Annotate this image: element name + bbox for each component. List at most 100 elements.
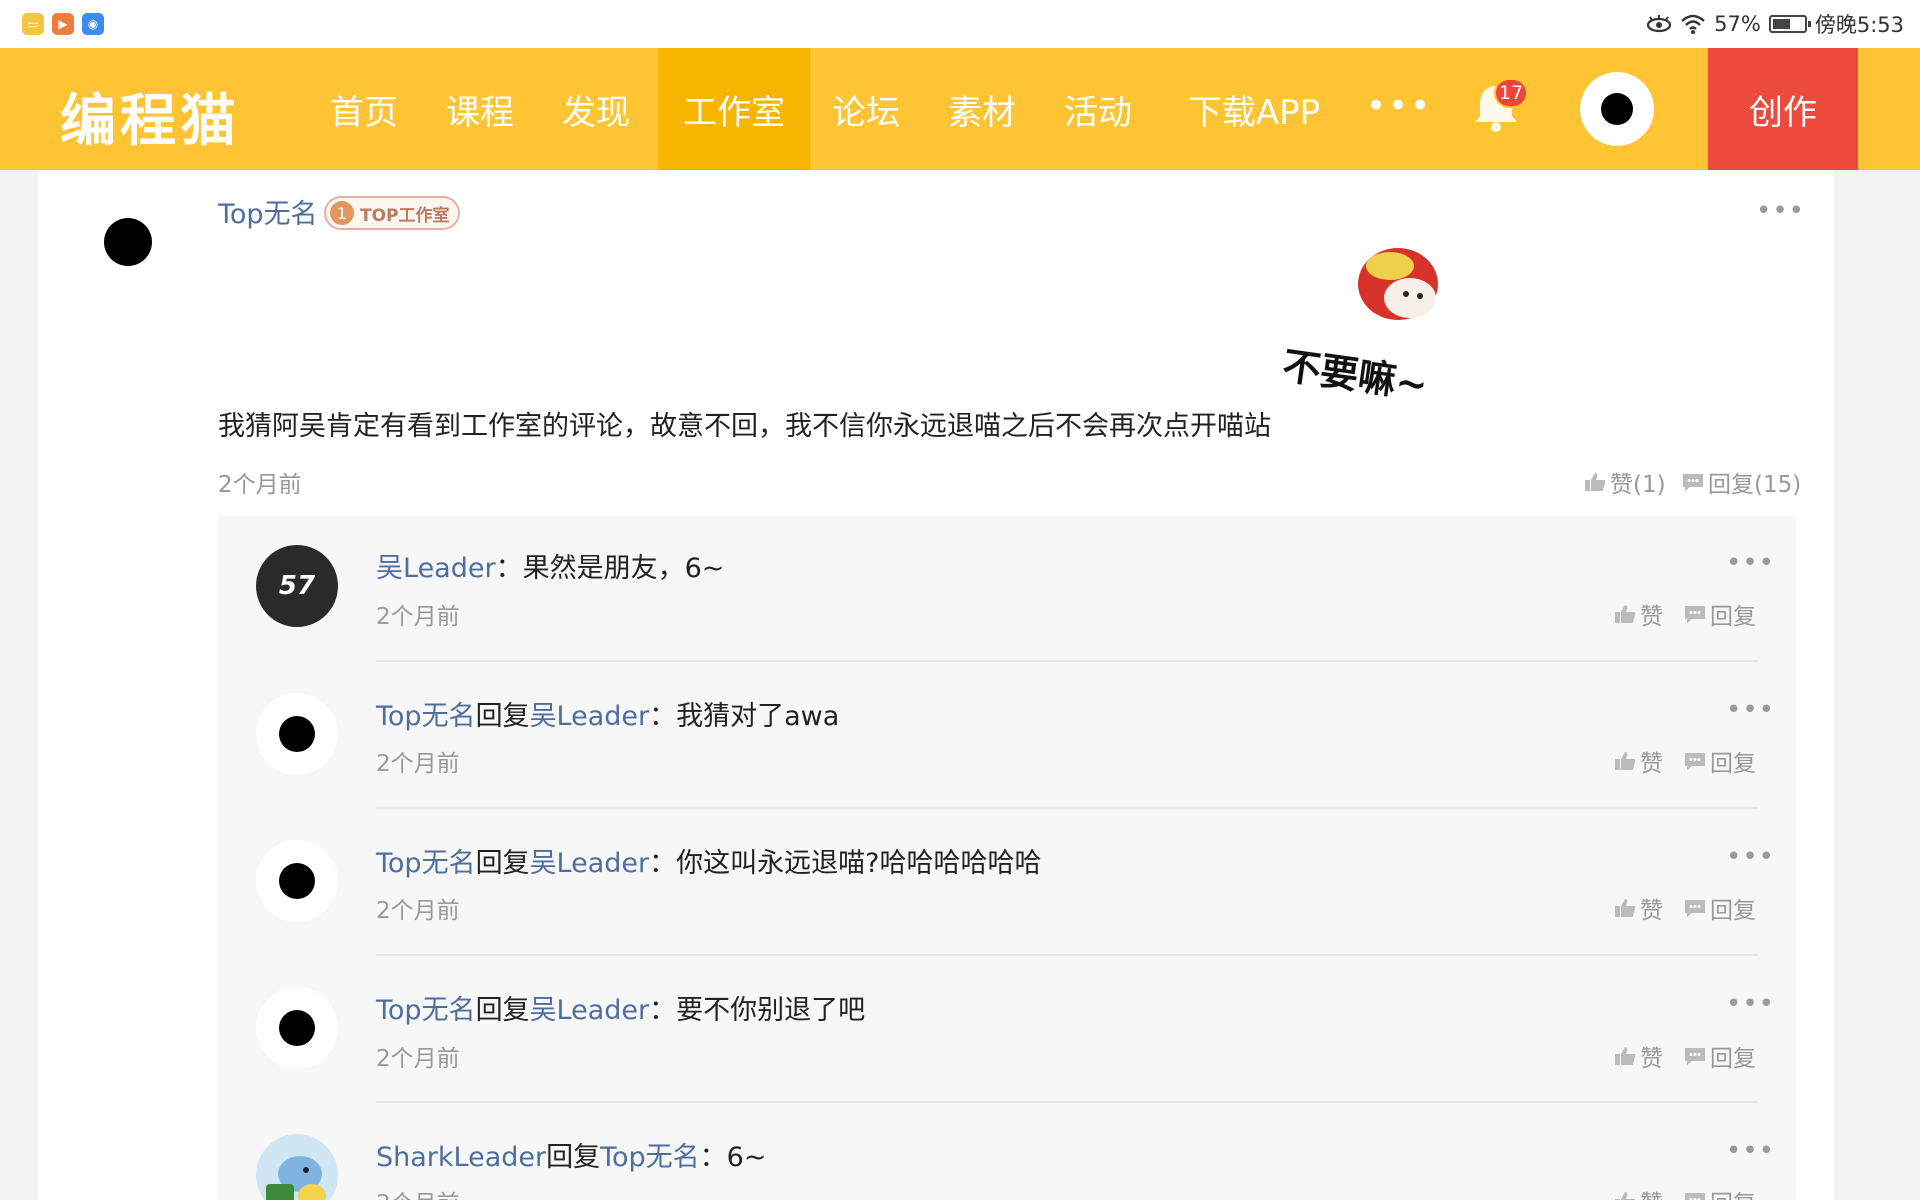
reply-word: 回复 bbox=[475, 995, 530, 1026]
studio-badge: 1 TOP工作室 bbox=[324, 196, 460, 230]
clock: 傍晚5:53 bbox=[1814, 13, 1904, 37]
reply-more-button[interactable]: ••• bbox=[1726, 842, 1775, 872]
nav-item-studio[interactable]: 工作室 bbox=[658, 48, 810, 170]
reply-content: 要不你别退了吧 bbox=[676, 995, 866, 1026]
battery-percent: 57% bbox=[1714, 12, 1761, 36]
message-icon bbox=[1685, 606, 1705, 623]
notification-badge: 17 bbox=[1494, 78, 1528, 108]
reply-author[interactable]: 吴Leader bbox=[376, 553, 496, 584]
message-icon bbox=[1685, 1048, 1705, 1065]
reply-like-button[interactable]: 赞 bbox=[1614, 1039, 1663, 1073]
reply-content: 6~ bbox=[726, 1142, 767, 1173]
status-bar-apps: ▭ ▶ ◉ bbox=[22, 13, 104, 35]
reply-author[interactable]: Top无名 bbox=[376, 701, 476, 732]
user-avatar[interactable] bbox=[1580, 72, 1654, 146]
status-bar: ▭ ▶ ◉ 57% 傍晚5:53 bbox=[0, 0, 1920, 48]
comment-author-avatar[interactable] bbox=[104, 218, 152, 266]
reply-author[interactable]: Top无名 bbox=[376, 848, 476, 879]
reply-reply-label: 回复 bbox=[1710, 751, 1756, 777]
comment-reply-button[interactable]: 回复(15) bbox=[1682, 465, 1801, 499]
thumbs-up-icon bbox=[1615, 752, 1636, 770]
reply-like-button[interactable]: 赞 bbox=[1614, 744, 1663, 778]
reply-target[interactable]: 吴Leader bbox=[530, 848, 650, 879]
battery-fill bbox=[1772, 19, 1790, 29]
reply-like-button[interactable]: 赞 bbox=[1614, 1184, 1663, 1200]
reply-reply-button[interactable]: 回复 bbox=[1684, 597, 1756, 631]
reply-word: 回复 bbox=[475, 848, 530, 879]
reply-text-line: 吴Leader：果然是朋友，6~ bbox=[376, 546, 724, 585]
reply-author[interactable]: SharkLeader bbox=[376, 1142, 546, 1173]
reply-separator: ： bbox=[699, 1142, 727, 1173]
reply-separator: ： bbox=[649, 848, 677, 879]
thumbs-up-icon bbox=[1615, 899, 1636, 917]
top-navbar: 编程猫 首页 课程 发现 工作室 论坛 素材 活动 下载APP ••• 17 创… bbox=[0, 48, 1920, 170]
nav-item-assets[interactable]: 素材 bbox=[936, 48, 1028, 170]
reply-like-button[interactable]: 赞 bbox=[1614, 597, 1663, 631]
comment-more-button[interactable]: ••• bbox=[1756, 196, 1805, 226]
nav-more-button[interactable]: ••• bbox=[1366, 86, 1432, 126]
reply-content: 我猜对了awa bbox=[676, 701, 840, 732]
reply-more-button[interactable]: ••• bbox=[1726, 989, 1775, 1019]
reply-like-label: 赞 bbox=[1640, 1184, 1663, 1200]
status-bar-indicators: 57% 傍晚5:53 bbox=[1646, 9, 1904, 39]
reply-separator: ： bbox=[649, 701, 677, 732]
reply-content: 果然是朋友，6~ bbox=[522, 553, 725, 584]
avatar-logo-text: 57 bbox=[278, 571, 316, 601]
reply-target[interactable]: 吴Leader bbox=[530, 701, 650, 732]
reply-separator: ： bbox=[495, 553, 523, 584]
reply-word: 回复 bbox=[475, 701, 530, 732]
comment-author-name[interactable]: Top无名 bbox=[218, 192, 318, 231]
reply-text-line: Top无名回复吴Leader：我猜对了awa bbox=[376, 694, 839, 733]
comment-like-button[interactable]: 赞(1) bbox=[1584, 465, 1666, 499]
reply-reply-label: 回复 bbox=[1710, 1184, 1756, 1200]
reply-more-button[interactable]: ••• bbox=[1726, 1136, 1775, 1166]
reply-avatar[interactable]: 57 bbox=[256, 545, 338, 627]
site-logo[interactable]: 编程猫 bbox=[60, 76, 240, 157]
reply-time: 2个月前 bbox=[376, 751, 460, 777]
reply-text-line: Top无名回复吴Leader：要不你别退了吧 bbox=[376, 988, 865, 1027]
avatar-placeholder bbox=[1601, 93, 1633, 125]
wifi-icon bbox=[1681, 14, 1705, 34]
create-button[interactable]: 创作 bbox=[1708, 48, 1858, 170]
thumbs-up-icon bbox=[1585, 473, 1606, 491]
reply-time: 2个月前 bbox=[376, 1046, 460, 1072]
comment-time: 2个月前 bbox=[218, 472, 302, 498]
reply-author[interactable]: Top无名 bbox=[376, 995, 476, 1026]
browser-app-icon: ◉ bbox=[82, 13, 104, 35]
reply-time: 2个月前 bbox=[376, 1184, 460, 1200]
reply-avatar[interactable] bbox=[256, 693, 338, 775]
reply-reply-button[interactable]: 回复 bbox=[1684, 744, 1756, 778]
reply-time: 2个月前 bbox=[376, 898, 460, 924]
message-icon bbox=[1685, 900, 1705, 917]
reply-like-button[interactable]: 赞 bbox=[1614, 891, 1663, 925]
reply-text-line: Top无名回复吴Leader：你这叫永远退喵?哈哈哈哈哈哈 bbox=[376, 841, 1041, 880]
reply-divider bbox=[376, 954, 1758, 956]
nav-item-discover[interactable]: 发现 bbox=[550, 48, 642, 170]
nav-item-forum[interactable]: 论坛 bbox=[820, 48, 912, 170]
avatar-placeholder bbox=[279, 863, 315, 899]
nav-item-download-app[interactable]: 下载APP bbox=[1168, 48, 1340, 170]
reply-more-button[interactable]: ••• bbox=[1726, 548, 1775, 578]
reply-target[interactable]: 吴Leader bbox=[530, 995, 650, 1026]
reply-more-button[interactable]: ••• bbox=[1726, 695, 1775, 725]
message-icon bbox=[1683, 474, 1703, 491]
reply-separator: ： bbox=[649, 995, 677, 1026]
reply-reply-label: 回复 bbox=[1710, 604, 1756, 630]
reply-target[interactable]: Top无名 bbox=[600, 1142, 700, 1173]
reply-like-label: 赞 bbox=[1640, 898, 1663, 924]
reply-reply-button[interactable]: 回复 bbox=[1684, 1184, 1756, 1200]
reply-reply-button[interactable]: 回复 bbox=[1684, 1039, 1756, 1073]
nav-item-events[interactable]: 活动 bbox=[1052, 48, 1144, 170]
reply-avatar[interactable] bbox=[256, 840, 338, 922]
avatar-placeholder bbox=[279, 716, 315, 752]
eye-icon bbox=[1647, 15, 1672, 33]
thumbs-up-icon bbox=[1615, 1047, 1636, 1065]
nav-item-courses[interactable]: 课程 bbox=[434, 48, 526, 170]
badge-label: TOP工作室 bbox=[360, 205, 450, 226]
reply-reply-label: 回复 bbox=[1710, 898, 1756, 924]
sticker-image: 不要嘛~ bbox=[1280, 248, 1438, 407]
message-icon bbox=[1685, 753, 1705, 770]
reply-avatar[interactable] bbox=[256, 987, 338, 1069]
reply-reply-button[interactable]: 回复 bbox=[1684, 891, 1756, 925]
nav-item-home[interactable]: 首页 bbox=[318, 48, 410, 170]
